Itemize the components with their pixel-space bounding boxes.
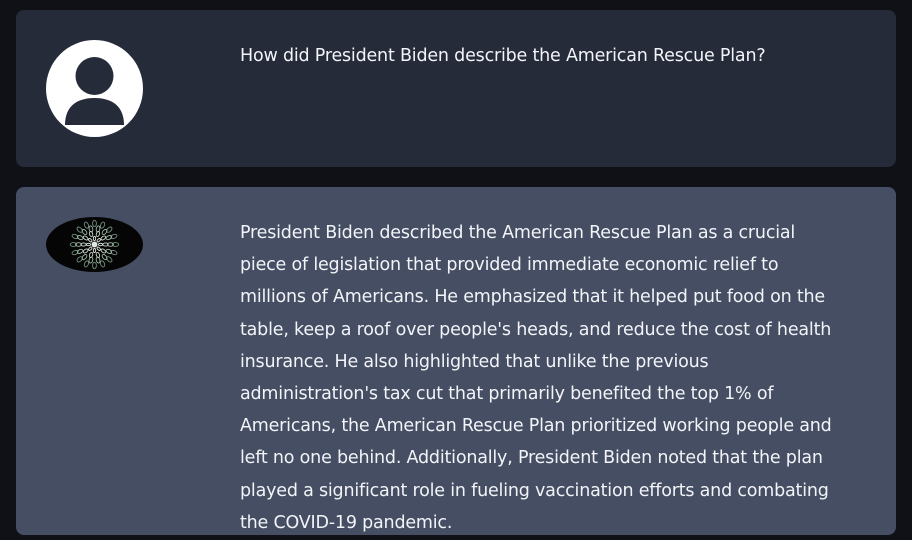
assistant-message: President Biden described the American R… [16,187,896,535]
user-message-text: How did President Biden describe the Ame… [240,46,766,66]
user-avatar [46,40,143,137]
user-message: How did President Biden describe the Ame… [16,10,896,167]
mandala-icon [69,219,120,270]
user-silhouette-icon [65,57,124,125]
assistant-message-text: President Biden described the American R… [240,223,832,533]
assistant-avatar [46,217,143,272]
chat-conversation: How did President Biden describe the Ame… [0,0,912,540]
